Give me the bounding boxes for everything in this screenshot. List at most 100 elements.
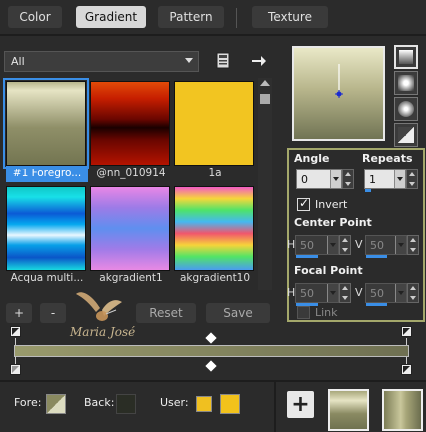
swatch-label: akgradient10 <box>179 272 251 284</box>
tab-gradient[interactable]: Gradient <box>76 6 146 28</box>
center-v-value: 50 <box>370 238 384 252</box>
center-h-slider[interactable] <box>296 255 318 258</box>
user-label: User: <box>160 396 189 409</box>
new-gradient-button[interactable]: + <box>287 391 314 418</box>
bottom-midpoint-marker[interactable] <box>205 360 217 372</box>
watermark-text: Maria José <box>69 325 135 339</box>
tab-color[interactable]: Color <box>8 6 62 28</box>
header-separator <box>0 34 426 36</box>
chevron-down-icon <box>185 58 193 63</box>
gradient-swatch-nn[interactable]: @nn_010914 <box>90 81 170 182</box>
swatch-label: Acqua multi... <box>10 272 84 284</box>
center-h-stepper[interactable] <box>339 235 351 255</box>
center-v-slider[interactable] <box>366 255 387 258</box>
style-sunburst-button[interactable] <box>394 97 418 121</box>
style-rectangular-button[interactable] <box>394 71 418 95</box>
library-scrollbar[interactable] <box>258 78 272 290</box>
recent-gradient-thumb-1[interactable] <box>328 389 369 431</box>
sunburst-style-icon <box>398 101 414 117</box>
user-color-swatch-2[interactable] <box>220 394 240 414</box>
focal-point-label: Focal Point <box>294 264 363 277</box>
chevron-down-icon[interactable] <box>395 236 406 254</box>
top-midpoint-marker[interactable] <box>205 332 217 344</box>
center-h-input[interactable]: 50 <box>295 235 351 258</box>
repeats-slider[interactable] <box>365 189 371 192</box>
style-linear-button[interactable] <box>394 45 418 69</box>
swatch-label: 1a <box>208 167 222 179</box>
repeats-value: 1 <box>369 172 376 186</box>
angle-input[interactable]: 0 <box>296 169 354 189</box>
linear-style-icon <box>399 50 413 64</box>
fore-color-swatch[interactable] <box>46 394 66 414</box>
bottom-vertical-divider <box>274 382 276 432</box>
gradient-settings-panel: Angle Repeats 0 1 Invert Center Point H … <box>287 148 425 322</box>
swatch-preview <box>90 81 170 166</box>
repeats-stepper[interactable] <box>406 169 418 189</box>
top-right-stop[interactable] <box>401 326 412 337</box>
repeats-label: Repeats <box>362 152 413 165</box>
chevron-down-icon[interactable] <box>394 170 405 188</box>
invert-label: Invert <box>315 198 348 211</box>
center-point-label: Center Point <box>294 216 372 229</box>
gradient-editor-bar[interactable] <box>14 345 409 357</box>
rectangular-style-icon <box>398 75 414 91</box>
swatch-preview <box>90 186 170 271</box>
center-v-label: V <box>355 238 363 251</box>
top-left-stop[interactable] <box>10 326 21 337</box>
gradient-swatch-acqua[interactable]: Acqua multi... <box>6 186 86 287</box>
watermark-logo: Maria José <box>62 288 142 348</box>
gradient-swatch-akgradient1[interactable]: akgradient1 <box>90 186 170 287</box>
center-v-input[interactable]: 50 <box>365 235 419 258</box>
gradient-swatch-akgradient10[interactable]: akgradient10 <box>174 186 254 287</box>
gradient-swatch-1a[interactable]: 1a <box>174 81 254 182</box>
invert-checkbox[interactable] <box>297 196 310 211</box>
swatch-label: #1 Foregro... <box>6 166 88 182</box>
swatch-preview <box>6 186 86 271</box>
link-label: Link <box>315 306 338 319</box>
gradient-preview[interactable] <box>292 46 385 141</box>
back-label: Back: <box>84 396 115 409</box>
user-color-swatch-1[interactable] <box>196 396 212 412</box>
center-v-stepper[interactable] <box>407 235 419 255</box>
focal-h-input[interactable]: 50 <box>295 283 351 306</box>
bottom-left-stop[interactable] <box>10 364 21 375</box>
focal-v-input[interactable]: 50 <box>365 283 419 306</box>
scroll-up-icon[interactable] <box>260 80 270 86</box>
angle-value: 0 <box>301 172 308 186</box>
reset-button[interactable]: Reset <box>136 303 196 323</box>
repeats-input[interactable]: 1 <box>364 169 418 192</box>
swatch-label: akgradient1 <box>99 272 163 284</box>
chevron-down-icon[interactable] <box>327 284 338 302</box>
tab-pattern[interactable]: Pattern <box>158 6 224 28</box>
arrow-right-icon[interactable] <box>250 52 268 70</box>
back-color-swatch[interactable] <box>116 394 136 414</box>
bottom-right-stop[interactable] <box>401 364 412 375</box>
gradient-swatch-foreground[interactable]: #1 Foregro... <box>3 78 89 182</box>
focal-h-stepper[interactable] <box>339 283 351 303</box>
swatch-preview <box>174 186 254 271</box>
link-checkbox[interactable] <box>297 306 310 319</box>
focal-v-value: 50 <box>370 286 384 300</box>
save-button[interactable]: Save <box>206 303 270 323</box>
chevron-down-icon[interactable] <box>330 170 341 188</box>
focal-v-stepper[interactable] <box>407 283 419 303</box>
add-gradient-button[interactable]: + <box>6 303 32 323</box>
radial-style-icon <box>398 127 414 143</box>
scroll-thumb[interactable] <box>260 94 270 104</box>
angle-stepper[interactable] <box>342 169 354 189</box>
chevron-down-icon[interactable] <box>327 236 338 254</box>
bottom-separator <box>0 380 426 382</box>
fore-label: Fore: <box>14 396 42 409</box>
tab-texture[interactable]: Texture <box>252 6 328 28</box>
recent-gradient-thumb-2[interactable] <box>382 389 423 431</box>
swatch-label: @nn_010914 <box>96 167 166 179</box>
chevron-down-icon[interactable] <box>395 284 406 302</box>
filter-dropdown[interactable]: All <box>4 51 199 72</box>
focal-v-slider[interactable] <box>366 303 387 306</box>
library-icon[interactable] <box>216 52 232 70</box>
swatch-preview <box>174 81 254 166</box>
tab-divider <box>236 8 237 28</box>
style-radial-button[interactable] <box>394 123 418 147</box>
filter-value: All <box>11 55 25 68</box>
angle-label: Angle <box>294 152 330 165</box>
